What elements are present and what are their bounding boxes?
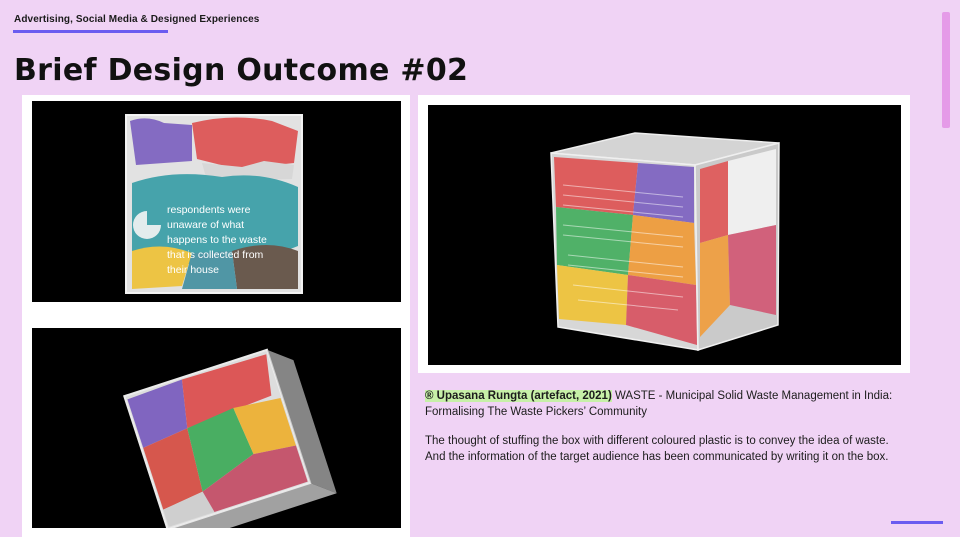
section-kicker: Advertising, Social Media & Designed Exp… (14, 14, 260, 25)
caption-block: ® Upasana Rungta (artefact, 2021) WASTE … (425, 389, 895, 465)
page-title: Brief Design Outcome #02 (14, 53, 469, 88)
photo-cube-angled (428, 105, 901, 365)
credit-label: ® Upasana Rungta (artefact, 2021) (425, 390, 612, 402)
box-text-overlay: respondents were unaware of what happens… (167, 204, 267, 276)
footer-accent-line (891, 521, 943, 524)
caption-title: ® Upasana Rungta (artefact, 2021) WASTE … (425, 389, 895, 420)
scroll-indicator[interactable] (942, 12, 950, 128)
photo-box-tilted (32, 328, 401, 528)
caption-body: The thought of stuffing the box with dif… (425, 435, 889, 463)
kicker-underline (13, 30, 168, 33)
